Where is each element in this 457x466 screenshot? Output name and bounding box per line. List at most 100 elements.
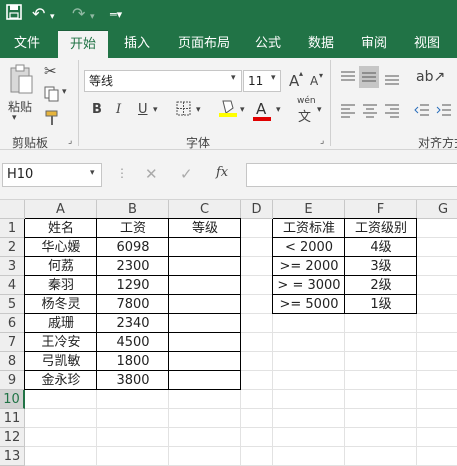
align-middle-icon[interactable] bbox=[359, 66, 379, 88]
cell[interactable]: 2300 bbox=[97, 257, 169, 276]
font-size-dropdown-icon[interactable]: ▾ bbox=[271, 73, 276, 83]
align-left-icon[interactable] bbox=[340, 102, 356, 122]
cell[interactable]: 工资标准 bbox=[273, 219, 345, 238]
column-header[interactable]: G bbox=[417, 200, 457, 219]
cell[interactable]: 6098 bbox=[97, 238, 169, 257]
font-name-select[interactable]: 等线 bbox=[84, 70, 242, 92]
paste-dropdown-icon[interactable]: ▾ bbox=[12, 113, 17, 123]
orientation-icon[interactable]: ab↗ bbox=[416, 69, 445, 85]
redo-icon[interactable]: ↷ bbox=[72, 4, 85, 24]
align-right-icon[interactable] bbox=[384, 102, 400, 122]
cell[interactable]: 姓名 bbox=[25, 219, 97, 238]
name-box-dropdown-icon[interactable]: ▾ bbox=[90, 168, 95, 178]
cell[interactable] bbox=[169, 333, 241, 352]
decrease-indent-icon[interactable] bbox=[414, 102, 430, 122]
font-name-dropdown-icon[interactable]: ▾ bbox=[231, 73, 236, 83]
tab-view[interactable]: 视图 bbox=[402, 30, 452, 58]
border-icon[interactable] bbox=[176, 101, 191, 120]
cell[interactable] bbox=[169, 257, 241, 276]
cell[interactable]: < 2000 bbox=[273, 238, 345, 257]
spreadsheet-grid[interactable]: A B C D E F G 1 2 3 4 5 6 7 8 9 10 11 12 13 姓名 工资 等级 华心媛 6098 何荔 2… bbox=[0, 200, 457, 466]
tab-home[interactable]: 开始 bbox=[58, 30, 109, 58]
cell[interactable] bbox=[169, 371, 241, 390]
bold-button[interactable]: B bbox=[92, 102, 102, 117]
cell[interactable]: 金永珍 bbox=[25, 371, 97, 390]
undo-icon[interactable]: ↶ bbox=[32, 4, 45, 24]
copy-icon[interactable] bbox=[44, 86, 60, 106]
cell[interactable]: 1级 bbox=[345, 295, 417, 314]
underline-dropdown-icon[interactable]: ▾ bbox=[153, 105, 158, 115]
cell[interactable]: 等级 bbox=[169, 219, 241, 238]
cell[interactable]: 3800 bbox=[97, 371, 169, 390]
border-dropdown-icon[interactable]: ▾ bbox=[196, 105, 201, 115]
cell[interactable] bbox=[169, 276, 241, 295]
row-header[interactable]: 4 bbox=[0, 276, 25, 295]
shrink-font-icon[interactable]: A bbox=[310, 74, 318, 88]
align-top-icon[interactable] bbox=[340, 70, 356, 90]
increase-indent-icon[interactable] bbox=[436, 102, 452, 122]
row-header[interactable]: 2 bbox=[0, 238, 25, 257]
customize-icon[interactable]: ═▾ bbox=[110, 5, 122, 25]
cell[interactable]: 4500 bbox=[97, 333, 169, 352]
column-header[interactable]: F bbox=[345, 200, 417, 219]
cell[interactable]: >= 2000 bbox=[273, 257, 345, 276]
cell[interactable] bbox=[169, 314, 241, 333]
save-icon[interactable] bbox=[6, 4, 22, 25]
cell[interactable] bbox=[169, 352, 241, 371]
cell[interactable]: 7800 bbox=[97, 295, 169, 314]
cell[interactable]: 4级 bbox=[345, 238, 417, 257]
column-header[interactable]: B bbox=[97, 200, 169, 219]
align-bottom-icon[interactable] bbox=[384, 70, 400, 90]
tab-file[interactable]: 文件 bbox=[2, 30, 52, 58]
cell[interactable] bbox=[169, 295, 241, 314]
cell[interactable]: 何荔 bbox=[25, 257, 97, 276]
formula-input[interactable] bbox=[246, 163, 457, 187]
row-header[interactable]: 7 bbox=[0, 333, 25, 352]
select-all-corner[interactable] bbox=[0, 200, 25, 219]
phonetic-label[interactable]: wén bbox=[297, 96, 316, 106]
cut-icon[interactable]: ✂ bbox=[44, 62, 57, 80]
cell[interactable]: 秦羽 bbox=[25, 276, 97, 295]
format-painter-icon[interactable] bbox=[44, 110, 60, 130]
cell[interactable]: 工资 bbox=[97, 219, 169, 238]
cell[interactable]: 1290 bbox=[97, 276, 169, 295]
paste-icon[interactable] bbox=[8, 64, 34, 100]
font-launcher-icon[interactable]: ⌟ bbox=[320, 136, 324, 146]
redo-dropdown-icon[interactable]: ▾ bbox=[90, 7, 95, 27]
tab-data[interactable]: 数据 bbox=[296, 30, 346, 58]
row-header[interactable]: 6 bbox=[0, 314, 25, 333]
phonetic-icon[interactable]: 文 bbox=[298, 106, 311, 125]
cell[interactable]: 杨冬灵 bbox=[25, 295, 97, 314]
underline-button[interactable]: U bbox=[138, 102, 148, 117]
row-header[interactable]: 12 bbox=[0, 428, 25, 447]
fill-color-dropdown-icon[interactable]: ▾ bbox=[240, 105, 245, 115]
copy-dropdown-icon[interactable]: ▾ bbox=[62, 87, 67, 97]
font-color-icon[interactable]: A bbox=[256, 100, 266, 118]
row-header[interactable]: 10 bbox=[0, 390, 25, 409]
cell[interactable]: >= 5000 bbox=[273, 295, 345, 314]
cell[interactable]: 弓凯敏 bbox=[25, 352, 97, 371]
column-header[interactable]: A bbox=[25, 200, 97, 219]
grow-font-icon[interactable]: A bbox=[289, 72, 299, 90]
row-header[interactable]: 11 bbox=[0, 409, 25, 428]
italic-button[interactable]: I bbox=[116, 102, 121, 117]
row-header[interactable]: 9 bbox=[0, 371, 25, 390]
row-header[interactable]: 1 bbox=[0, 219, 25, 238]
cell[interactable]: 华心媛 bbox=[25, 238, 97, 257]
align-center-icon[interactable] bbox=[362, 102, 378, 122]
phonetic-dropdown-icon[interactable]: ▾ bbox=[317, 105, 322, 115]
row-header[interactable]: 8 bbox=[0, 352, 25, 371]
tab-formulas[interactable]: 公式 bbox=[243, 30, 293, 58]
row-header[interactable]: 5 bbox=[0, 295, 25, 314]
insert-function-icon[interactable]: fx bbox=[216, 165, 228, 180]
font-color-dropdown-icon[interactable]: ▾ bbox=[276, 105, 281, 115]
cancel-entry-icon[interactable]: ✕ bbox=[145, 165, 158, 183]
undo-dropdown-icon[interactable]: ▾ bbox=[50, 7, 55, 27]
row-header[interactable]: 3 bbox=[0, 257, 25, 276]
tab-insert[interactable]: 插入 bbox=[112, 30, 162, 58]
column-header[interactable]: C bbox=[169, 200, 241, 219]
fill-color-icon[interactable] bbox=[219, 98, 237, 122]
cell[interactable]: 3级 bbox=[345, 257, 417, 276]
column-header[interactable]: D bbox=[241, 200, 273, 219]
cell[interactable] bbox=[169, 238, 241, 257]
